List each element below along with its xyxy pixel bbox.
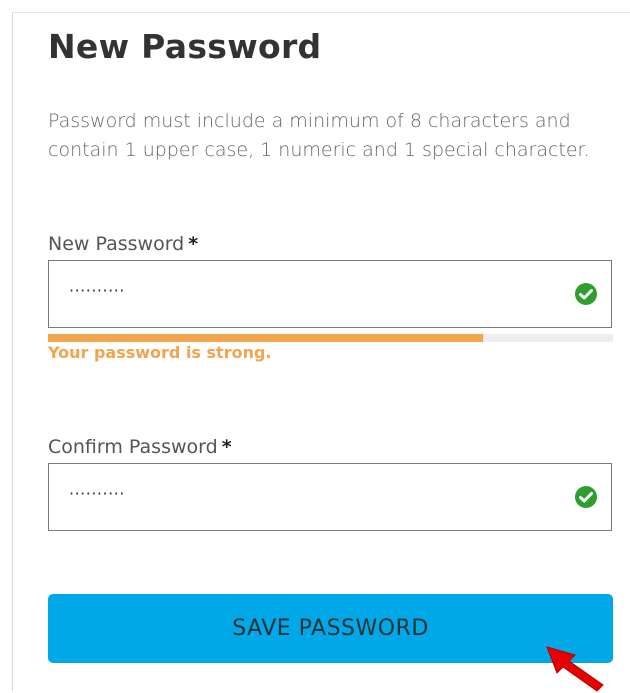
password-requirements-text: Password must include a minimum of 8 cha… (48, 110, 590, 161)
required-mark: * (221, 436, 232, 458)
password-strength-message: Your password is strong. (48, 343, 272, 362)
page-title: New Password (48, 27, 322, 66)
password-strength-meter (48, 334, 613, 342)
new-password-label-text: New Password (48, 233, 185, 255)
confirm-password-value: ·········· (69, 484, 125, 503)
new-password-input[interactable]: ·········· (48, 260, 612, 328)
required-mark: * (188, 233, 199, 255)
red-arrow-pointer-icon (546, 646, 604, 692)
confirm-password-label-text: Confirm Password (48, 436, 218, 458)
password-strength-fill (48, 334, 484, 342)
password-panel: New Password Password must include a min… (12, 12, 630, 692)
check-circle-icon (575, 283, 597, 305)
confirm-password-input[interactable]: ·········· (48, 463, 612, 531)
new-password-label: New Password * (48, 233, 198, 255)
confirm-password-label: Confirm Password * (48, 436, 232, 458)
check-circle-icon (575, 486, 597, 508)
new-password-value: ·········· (69, 281, 125, 300)
save-password-button[interactable]: SAVE PASSWORD (48, 594, 613, 663)
